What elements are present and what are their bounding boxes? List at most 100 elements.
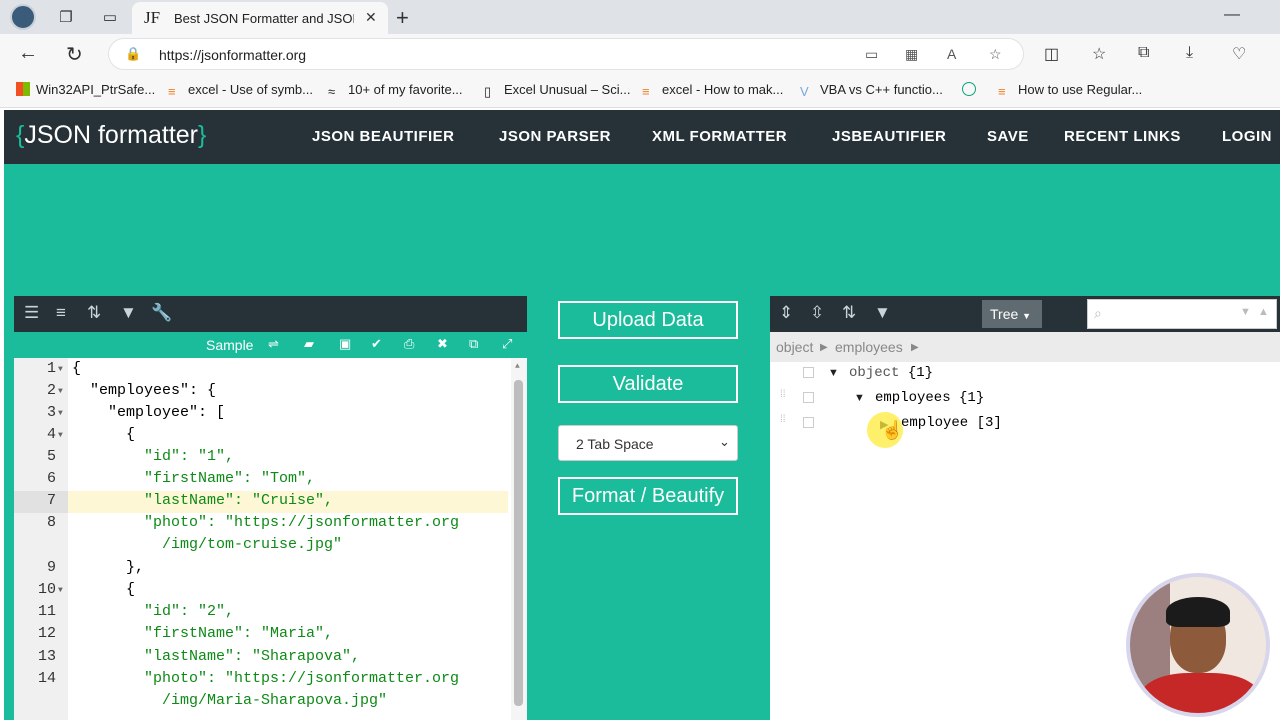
save-icon[interactable]: ▣ xyxy=(339,336,351,352)
tab-actions-icon[interactable]: ▭ xyxy=(99,6,121,28)
bookmark-item[interactable]: ≡ excel - How to mak... xyxy=(642,82,783,99)
back-icon[interactable]: ← xyxy=(18,42,38,65)
repair-wrench-icon[interactable]: 🔧 xyxy=(151,303,172,323)
node-select-checkbox[interactable] xyxy=(803,392,814,403)
expanded-triangle-icon[interactable]: ▼ xyxy=(828,367,839,379)
bookmark-item[interactable]: ▯ Excel Unusual – Sci... xyxy=(484,82,630,99)
profile-avatar[interactable] xyxy=(10,4,36,30)
open-folder-icon[interactable]: ▰ xyxy=(304,336,314,352)
code-line: /img/Maria-Sharapova.jpg" xyxy=(72,692,388,709)
code-line: "firstName": "Maria", xyxy=(72,625,334,642)
refresh-icon[interactable]: ↻ xyxy=(66,42,83,67)
collapse-all-icon[interactable]: ⇳ xyxy=(810,303,824,323)
hand-cursor-icon: ☝ xyxy=(881,420,904,440)
breadcrumb-employees[interactable]: employees xyxy=(835,339,903,355)
filter-icon[interactable]: ▼ xyxy=(874,303,891,323)
browser-tab[interactable]: JF Best JSON Formatter and JSON V ✕ xyxy=(132,2,388,34)
clear-icon[interactable]: ✖ xyxy=(437,336,448,352)
close-tab-icon[interactable]: ✕ xyxy=(365,9,377,26)
chevron-down-icon: ⌄ xyxy=(719,434,730,449)
copy-icon[interactable]: ⧉ xyxy=(469,336,478,352)
breadcrumb-object[interactable]: object xyxy=(776,339,813,355)
new-tab-icon[interactable]: + xyxy=(396,5,409,31)
browser-essentials-icon[interactable]: ♡ xyxy=(1232,44,1246,64)
tree-search-input[interactable]: ⌕ ▼ ▲ xyxy=(1087,299,1277,329)
bookmark-item[interactable]: ≡ How to use Regular... xyxy=(998,82,1142,99)
sample-link[interactable]: Sample xyxy=(206,337,253,353)
lock-icon[interactable]: 🔒 xyxy=(125,46,141,62)
nav-save[interactable]: SAVE xyxy=(987,128,1029,145)
downloads-icon[interactable]: ⤓ xyxy=(1186,44,1193,62)
fold-icon[interactable]: ▼ xyxy=(58,409,63,418)
read-aloud-icon[interactable]: A xyxy=(947,46,956,62)
line-number: 12 xyxy=(37,625,56,642)
format-icon[interactable]: ☰ xyxy=(24,303,39,323)
favorite-star-icon[interactable]: ☆ xyxy=(989,46,1002,63)
nav-login[interactable]: LOGIN xyxy=(1222,128,1272,145)
bookmark-item[interactable]: V VBA vs C++ functio... xyxy=(800,82,943,99)
editor-scrollbar[interactable]: ▲ xyxy=(511,358,527,720)
webcam-person-shirt xyxy=(1140,673,1260,713)
fold-icon[interactable]: ▼ xyxy=(58,365,63,374)
fullscreen-icon[interactable]: ⤢ xyxy=(502,336,512,352)
drag-handle-icon[interactable]: ⁞⁞ xyxy=(780,415,788,429)
bookmark-chatgpt-icon[interactable] xyxy=(962,82,982,97)
nav-json-parser[interactable]: JSON PARSER xyxy=(499,128,611,145)
line-number: 10 xyxy=(37,581,56,598)
nav-json-beautifier[interactable]: JSON BEAUTIFIER xyxy=(312,128,455,145)
bookmark-item[interactable]: ≡ excel - Use of symb... xyxy=(168,82,313,99)
code-line: { xyxy=(72,360,82,377)
qr-code-icon[interactable]: ▦ xyxy=(905,46,918,63)
nav-xml-formatter[interactable]: XML FORMATTER xyxy=(652,128,787,145)
tree-node-employee[interactable]: employee [3] xyxy=(901,415,1002,431)
upload-data-button[interactable]: Upload Data xyxy=(558,301,738,339)
tab-title: Best JSON Formatter and JSON V xyxy=(174,11,354,26)
fold-icon[interactable]: ▼ xyxy=(58,387,63,396)
line-number: 3 xyxy=(46,404,56,421)
site-logo[interactable]: {JSON formatter} xyxy=(16,121,206,150)
fold-icon[interactable]: ▼ xyxy=(58,431,63,440)
split-screen-icon[interactable]: ◫ xyxy=(1044,44,1059,64)
code-area[interactable]: 1 ▼ 2 ▼ 3 ▼ 4 ▼ 5 6 7 8 9 10 ▼ 11 12 13 14 { … xyxy=(14,358,527,720)
filter-icon[interactable]: ▼ xyxy=(120,303,137,323)
caret-down-icon: ▼ xyxy=(1022,311,1032,321)
indent-select[interactable]: 2 Tab Space ⌄ xyxy=(558,425,738,461)
validate-check-icon[interactable]: ✔ xyxy=(371,336,382,352)
scrollbar-thumb[interactable] xyxy=(514,380,523,706)
format-beautify-button[interactable]: Format / Beautify xyxy=(558,477,738,515)
tree-node-employees[interactable]: employees {1} xyxy=(875,390,984,406)
code-line: "id": "2", xyxy=(72,603,235,620)
microsoft-icon xyxy=(16,82,30,96)
search-prev-icon[interactable]: ▲ xyxy=(1258,306,1269,318)
viewer-menu-bar: ⇕ ⇳ ⇅ ▼ Tree ▼ ⌕ ▼ ▲ xyxy=(770,296,1280,332)
expand-all-icon[interactable]: ⇕ xyxy=(779,303,793,323)
tree-node-object[interactable]: object {1} xyxy=(849,365,933,381)
scroll-up-icon[interactable]: ▲ xyxy=(515,362,520,371)
expanded-triangle-icon[interactable]: ▼ xyxy=(854,392,865,404)
validate-button[interactable]: Validate xyxy=(558,365,738,403)
usb-load-icon[interactable]: ⇌ xyxy=(268,336,279,352)
bookmark-item[interactable]: Win32API_PtrSafe... xyxy=(16,82,155,97)
print-icon[interactable]: ⎙ xyxy=(404,336,414,352)
sort-icon[interactable]: ⇅ xyxy=(842,303,856,323)
compact-icon[interactable]: ≡ xyxy=(56,303,66,323)
code-line: "lastName": "Sharapova", xyxy=(72,648,361,665)
node-select-checkbox[interactable] xyxy=(803,367,814,378)
drag-handle-icon[interactable]: ⁞⁞ xyxy=(780,390,788,404)
sort-icon[interactable]: ⇅ xyxy=(87,303,101,323)
breadcrumb-separator-icon: ▶ xyxy=(911,342,919,353)
search-next-icon[interactable]: ▼ xyxy=(1240,306,1251,318)
view-mode-dropdown[interactable]: Tree ▼ xyxy=(982,300,1042,328)
favorites-icon[interactable]: ☆ xyxy=(1092,44,1106,64)
minimize-icon[interactable]: — xyxy=(1224,6,1240,24)
address-bar[interactable]: 🔒 https://jsonformatter.org ▭ ▦ A ☆ xyxy=(108,38,1024,70)
nav-jsbeautifier[interactable]: JSBEAUTIFIER xyxy=(832,128,946,145)
breadcrumb-separator-icon: ▶ xyxy=(820,342,828,353)
bookmark-item[interactable]: ≈10+ of my favorite... xyxy=(328,82,463,99)
app-available-icon[interactable]: ▭ xyxy=(865,46,878,63)
collections-icon[interactable]: ⧉ xyxy=(1138,44,1149,62)
workspaces-icon[interactable]: ❐ xyxy=(55,6,77,28)
node-select-checkbox[interactable] xyxy=(803,417,814,428)
nav-recent-links[interactable]: RECENT LINKS xyxy=(1064,128,1181,145)
fold-icon[interactable]: ▼ xyxy=(58,586,63,595)
